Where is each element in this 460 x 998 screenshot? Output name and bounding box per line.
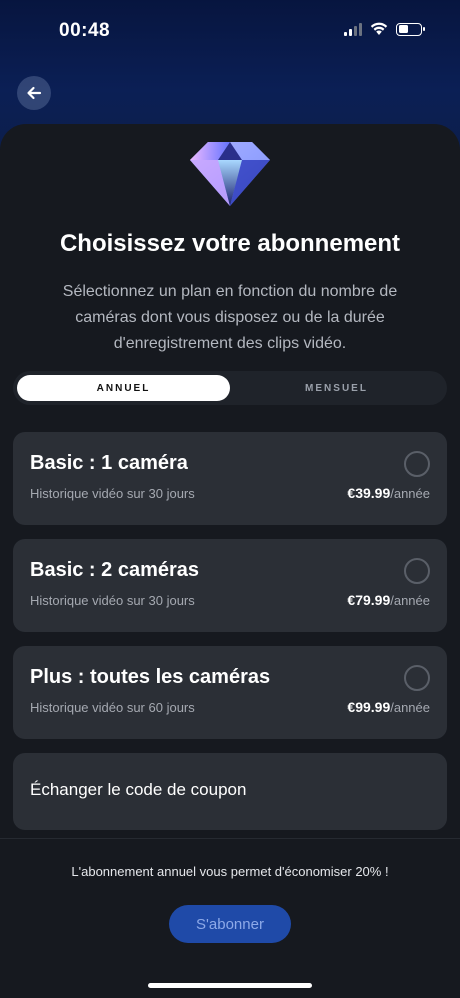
home-indicator[interactable]: [148, 983, 312, 988]
plan-name: Basic : 1 caméra: [30, 452, 188, 474]
subscribe-button[interactable]: S'abonner: [169, 905, 291, 943]
page-title: Choisissez votre abonnement: [59, 230, 401, 257]
plan-description: Historique vidéo sur 30 jours: [30, 486, 195, 501]
plan-description: Historique vidéo sur 60 jours: [30, 700, 195, 715]
plan-radio[interactable]: [404, 558, 430, 584]
status-time: 00:48: [59, 20, 111, 41]
page-subtitle: Sélectionnez un plan en fonction du nomb…: [62, 283, 398, 352]
signal-icon: [344, 22, 362, 36]
savings-note: L'abonnement annuel vous permet d'économ…: [71, 864, 389, 879]
wifi-icon: [370, 22, 388, 35]
plan-radio[interactable]: [404, 665, 430, 691]
coupon-label: Échanger le code de coupon: [30, 780, 247, 799]
tab-annual[interactable]: ANNUEL: [17, 375, 230, 401]
diamond-icon: [190, 142, 270, 206]
billing-period-toggle: ANNUEL MENSUEL: [13, 371, 447, 405]
plan-description: Historique vidéo sur 30 jours: [30, 593, 195, 608]
status-icons: [344, 22, 425, 36]
plan-price: €79.99/année: [347, 592, 430, 608]
plan-price: €99.99/année: [347, 699, 430, 715]
battery-icon: [396, 22, 425, 36]
plan-card-basic-2[interactable]: Basic : 2 caméras Historique vidéo sur 3…: [13, 539, 447, 632]
plan-card-basic-1[interactable]: Basic : 1 caméra Historique vidéo sur 30…: [13, 432, 447, 525]
plan-name: Basic : 2 caméras: [30, 559, 200, 581]
back-button[interactable]: [17, 76, 51, 110]
arrow-left-icon: [27, 86, 42, 100]
plan-radio[interactable]: [404, 451, 430, 477]
plan-card-plus[interactable]: Plus : toutes les caméras Historique vid…: [13, 646, 447, 739]
plan-price: €39.99/année: [347, 485, 430, 501]
footer-divider: [0, 838, 460, 839]
tab-monthly[interactable]: MENSUEL: [230, 375, 443, 401]
coupon-button[interactable]: Échanger le code de coupon: [13, 753, 447, 830]
status-bar: 00:48: [0, 0, 460, 62]
plan-name: Plus : toutes les caméras: [30, 666, 271, 688]
